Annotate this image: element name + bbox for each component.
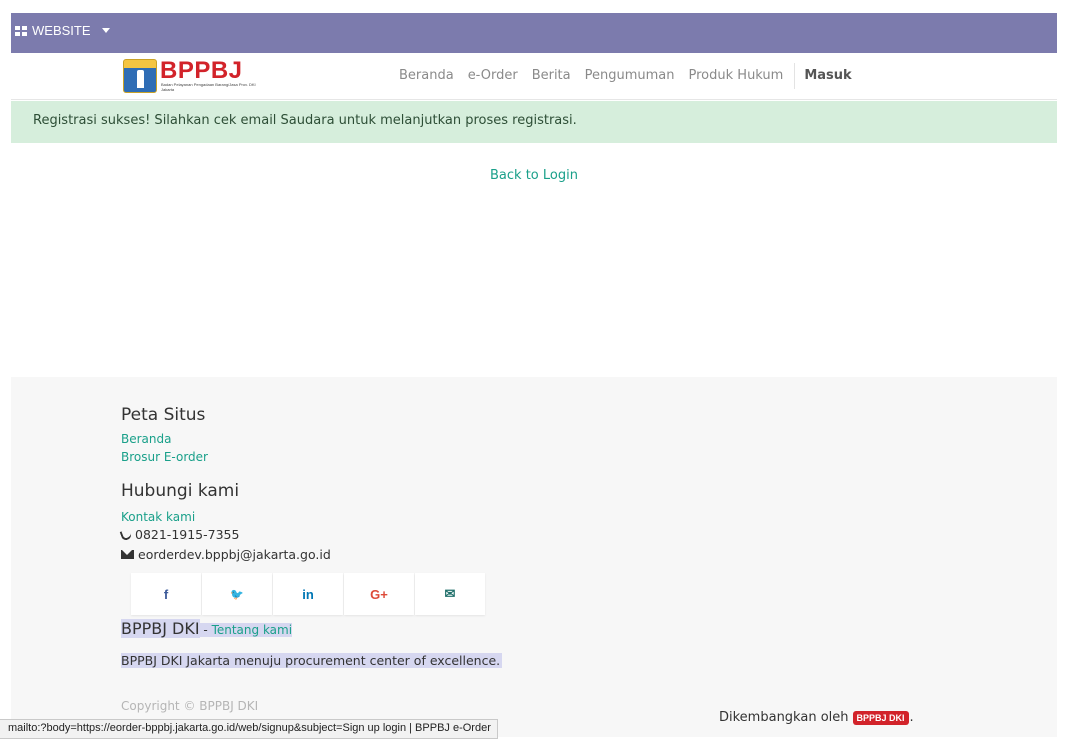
email-address: eorderdev.bppbj@jakarta.go.id — [138, 547, 331, 562]
email-row: eorderdev.bppbj@jakarta.go.id — [121, 547, 331, 562]
twitter-icon: 🐦 — [230, 588, 244, 601]
back-to-login-container: Back to Login — [11, 168, 1057, 183]
footer: Peta Situs Beranda Brosur E-order Hubung… — [11, 377, 1057, 737]
logo-brand: BPPBJ — [160, 57, 243, 84]
email-share-button[interactable]: ✉ — [415, 573, 485, 615]
logo-tagline: Badan Pelayanan Pengadaan Barang/Jasa Pr… — [161, 82, 256, 92]
grid-icon — [15, 25, 27, 36]
phone-row: 0821-1915-7355 — [119, 527, 240, 542]
nav-item-produk-hukum[interactable]: Produk Hukum — [689, 68, 784, 89]
google-plus-icon: G+ — [370, 586, 388, 602]
mission-text: BPPBJ DKI Jakarta menuju procurement cen… — [121, 653, 503, 668]
contact-link[interactable]: Kontak kami — [121, 510, 195, 524]
linkedin-button[interactable]: in — [273, 573, 343, 615]
navbar: BPPBJ Badan Pelayanan Pengadaan Barang/J… — [11, 53, 1057, 100]
facebook-button[interactable]: f — [131, 573, 201, 615]
about-link[interactable]: Tentang kami — [211, 623, 293, 637]
developed-by-label: Dikembangkan oleh — [719, 710, 849, 725]
dki-emblem-icon — [123, 59, 157, 93]
status-bar-url: mailto:?body=https://eorder-bppbj.jakart… — [0, 719, 498, 739]
google-plus-button[interactable]: G+ — [344, 573, 414, 615]
social-buttons: f 🐦 in G+ ✉ — [131, 573, 485, 615]
nav-item-berita[interactable]: Berita — [532, 68, 571, 89]
nav-divider — [794, 63, 796, 89]
developed-by: Dikembangkan oleh BPPBJ DKI . — [719, 710, 914, 725]
developer-badge[interactable]: BPPBJ DKI — [852, 710, 909, 725]
website-menu-label: WEBSITE — [32, 23, 91, 38]
facebook-icon: f — [163, 586, 169, 602]
sitemap-title: Peta Situs — [121, 405, 206, 425]
browser-page: WEBSITE BPPBJ Badan Pelayanan Pengadaan … — [11, 13, 1057, 737]
developed-by-suffix: . — [909, 710, 914, 725]
back-to-login-link[interactable]: Back to Login — [490, 168, 578, 183]
nav-item-pengumuman[interactable]: Pengumuman — [585, 68, 675, 89]
copyright-text: Copyright © BPPBJ DKI — [121, 699, 259, 713]
main-nav: Beranda e-Order Berita Pengumuman Produk… — [399, 63, 866, 89]
website-menu[interactable]: WEBSITE — [15, 23, 110, 38]
email-icon: ✉ — [444, 586, 456, 601]
twitter-button[interactable]: 🐦 — [202, 573, 272, 615]
footer-link-beranda[interactable]: Beranda — [121, 432, 171, 446]
envelope-icon — [121, 550, 134, 559]
site-logo[interactable]: BPPBJ Badan Pelayanan Pengadaan Barang/J… — [123, 57, 258, 93]
website-topbar: WEBSITE — [11, 13, 1057, 53]
phone-icon — [119, 528, 133, 541]
org-separator: - — [199, 623, 212, 637]
caret-down-icon — [101, 28, 110, 33]
org-heading: BPPBJ DKI - Tentang kami — [121, 619, 293, 638]
nav-item-e-order[interactable]: e-Order — [468, 68, 518, 89]
org-name: BPPBJ DKI — [121, 619, 200, 638]
nav-item-masuk[interactable]: Masuk — [804, 68, 851, 89]
alert-message: Registrasi sukses! Silahkan cek email Sa… — [33, 113, 577, 128]
nav-item-beranda[interactable]: Beranda — [399, 68, 454, 89]
phone-number: 0821-1915-7355 — [135, 527, 240, 542]
success-alert: Registrasi sukses! Silahkan cek email Sa… — [11, 101, 1057, 143]
linkedin-icon: in — [302, 586, 314, 602]
contact-title: Hubungi kami — [121, 481, 240, 501]
footer-link-brosur[interactable]: Brosur E-order — [121, 450, 208, 464]
